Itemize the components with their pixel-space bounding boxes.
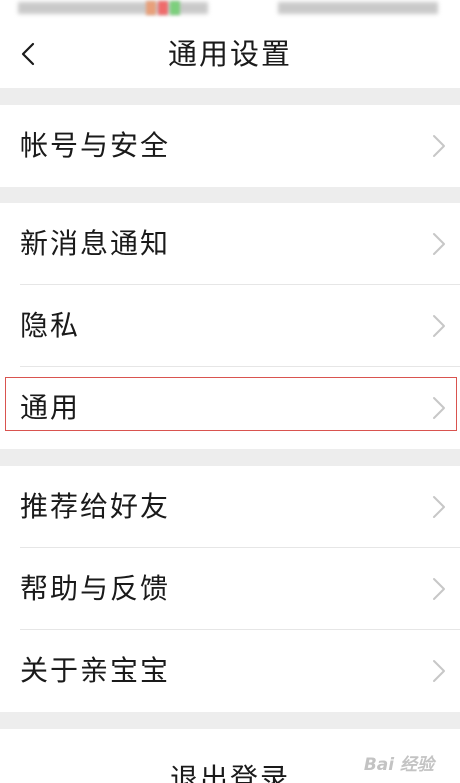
watermark: Bai 经验 — [363, 755, 434, 775]
status-signal-icon — [146, 1, 156, 15]
settings-item-help-feedback[interactable]: 帮助与反馈 — [0, 548, 460, 630]
chevron-right-icon — [433, 233, 445, 255]
chevron-left-icon — [21, 42, 35, 66]
settings-item-about[interactable]: 关于亲宝宝 — [0, 630, 460, 712]
chevron-right-icon — [433, 135, 445, 157]
status-signal-icon — [170, 1, 180, 15]
status-bar-right-blurred — [278, 2, 438, 14]
settings-item-recommend[interactable]: 推荐给好友 — [0, 466, 460, 548]
settings-group-about: 推荐给好友 帮助与反馈 关于亲宝宝 — [0, 466, 460, 712]
chevron-right-icon — [433, 397, 445, 419]
chevron-right-icon — [433, 578, 445, 600]
status-signal-icon — [158, 1, 168, 15]
settings-item-label: 隐私 — [20, 309, 81, 342]
settings-group-account: 帐号与安全 — [0, 105, 460, 187]
chevron-right-icon — [433, 315, 445, 337]
chevron-right-icon — [433, 496, 445, 518]
settings-item-label: 推荐给好友 — [20, 490, 171, 523]
settings-item-privacy[interactable]: 隐私 — [0, 285, 460, 367]
settings-item-general[interactable]: 通用 — [0, 367, 460, 449]
back-button[interactable] — [8, 30, 48, 78]
settings-item-notifications[interactable]: 新消息通知 — [0, 203, 460, 285]
settings-item-label: 关于亲宝宝 — [20, 654, 171, 687]
logout-button[interactable]: 退出登录 Bai 经验 — [0, 729, 460, 783]
settings-group-general: 新消息通知 隐私 通用 — [0, 203, 460, 449]
settings-item-label: 通用 — [20, 391, 81, 424]
status-bar — [0, 0, 460, 20]
settings-item-label: 帮助与反馈 — [20, 572, 171, 605]
settings-item-label: 帐号与安全 — [20, 129, 171, 162]
settings-item-label: 新消息通知 — [20, 227, 171, 260]
chevron-right-icon — [433, 660, 445, 682]
settings-item-account-security[interactable]: 帐号与安全 — [0, 105, 460, 187]
navigation-header: 通用设置 — [0, 20, 460, 88]
page-title: 通用设置 — [167, 37, 292, 71]
